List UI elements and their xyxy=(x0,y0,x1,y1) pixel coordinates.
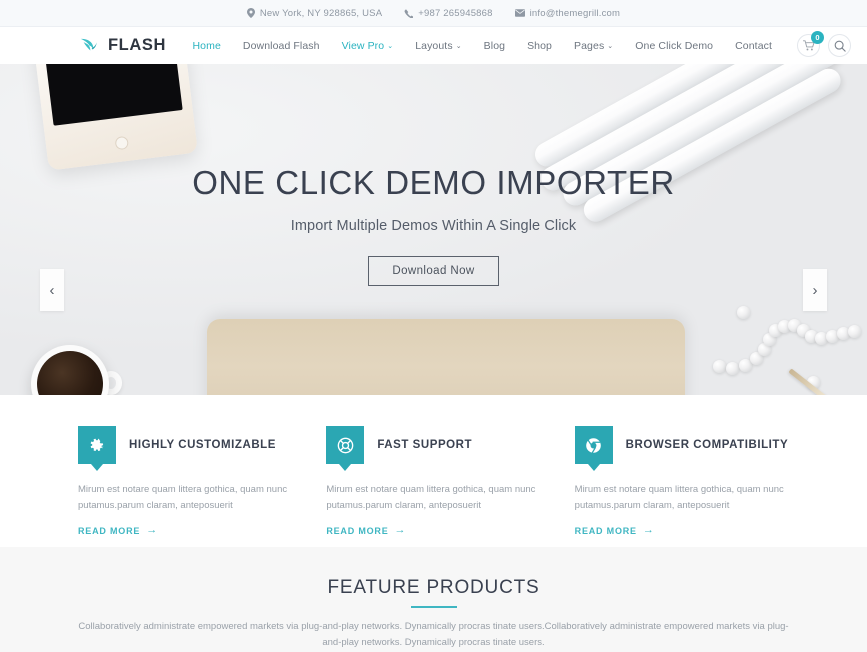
arrow-right-icon: → xyxy=(394,524,407,537)
chevron-down-icon: ⌄ xyxy=(455,43,462,50)
chrome-browser-icon xyxy=(586,437,601,453)
cart-count-badge: 0 xyxy=(811,31,824,44)
gear-icon-badge xyxy=(78,426,116,471)
feature-description: Mirum est notare quam littera gothica, q… xyxy=(326,484,536,511)
feature-header: FAST SUPPORT xyxy=(326,426,540,471)
feature-products-title: FEATURE PRODUCTS xyxy=(328,577,540,608)
nav-item-pages-label: Pages xyxy=(574,39,605,52)
location-pin-icon xyxy=(246,8,255,18)
feature-title: FAST SUPPORT xyxy=(377,439,473,451)
search-icon xyxy=(834,40,846,52)
nav-item-view-pro[interactable]: View Pro ⌄ xyxy=(331,40,405,52)
feature-card-browser-compatibility: BROWSER COMPATIBILITY Mirum est notare q… xyxy=(574,426,789,536)
nav-item-layouts[interactable]: Layouts ⌄ xyxy=(404,40,472,52)
nav-item-blog[interactable]: Blog xyxy=(473,40,516,52)
page-root: New York, NY 928865, USA +987 265945868 … xyxy=(0,0,867,652)
feature-header: BROWSER COMPATIBILITY xyxy=(574,426,789,471)
chevron-right-icon: › xyxy=(812,281,818,299)
chevron-down-icon: ⌄ xyxy=(387,43,394,50)
lifebuoy-icon xyxy=(337,437,354,453)
slider-next-button[interactable]: › xyxy=(803,269,827,311)
feature-description: Mirum est notare quam littera gothica, q… xyxy=(78,484,288,511)
search-button[interactable] xyxy=(828,34,851,57)
nav-item-blog-label: Blog xyxy=(483,39,506,52)
feature-description: Mirum est notare quam littera gothica, q… xyxy=(574,484,784,511)
topbar-phone: +987 265945868 xyxy=(404,8,492,19)
read-more-link[interactable]: READ MORE → xyxy=(78,525,292,536)
top-info-bar: New York, NY 928865, USA +987 265945868 … xyxy=(0,0,867,27)
nav-item-one-click-demo[interactable]: One Click Demo xyxy=(624,40,724,52)
read-more-label: READ MORE xyxy=(574,525,637,536)
lifebuoy-icon-badge xyxy=(326,426,365,471)
hero-slider: ONE CLICK DEMO IMPORTER Import Multiple … xyxy=(0,64,867,395)
feature-title: BROWSER COMPATIBILITY xyxy=(625,439,789,451)
read-more-label: READ MORE xyxy=(326,525,389,536)
nav-item-view-pro-label: View Pro xyxy=(341,39,385,52)
chevron-left-icon: ‹ xyxy=(49,281,55,299)
topbar-address: New York, NY 928865, USA xyxy=(246,7,383,19)
nav-item-home-label: Home xyxy=(192,39,221,52)
topbar-email-text: info@themegrill.com xyxy=(529,7,621,19)
cart-button[interactable]: 0 xyxy=(797,31,824,57)
nav-menu: Home Download Flash View Pro ⌄ Layouts ⌄… xyxy=(181,31,851,57)
feature-card-fast-support: FAST SUPPORT Mirum est notare quam litte… xyxy=(326,426,540,536)
download-now-button[interactable]: Download Now xyxy=(368,256,499,287)
nav-actions: 0 xyxy=(797,31,851,57)
chevron-down-icon: ⌄ xyxy=(607,43,614,50)
nav-item-one-click-demo-label: One Click Demo xyxy=(635,39,714,52)
gear-icon xyxy=(90,438,104,452)
nav-item-download-flash-label: Download Flash xyxy=(242,39,320,52)
nav-item-contact-label: Contact xyxy=(735,39,772,52)
nav-item-shop-label: Shop xyxy=(527,39,553,52)
feature-products-description: Collaboratively administrate empowered m… xyxy=(78,621,789,649)
feature-products-section: FEATURE PRODUCTS Collaboratively adminis… xyxy=(0,547,867,652)
hero-content: ONE CLICK DEMO IMPORTER Import Multiple … xyxy=(0,64,867,395)
main-navbar: FLASH Home Download Flash View Pro ⌄ Lay… xyxy=(0,27,867,64)
topbar-phone-text: +987 265945868 xyxy=(418,7,493,19)
nav-item-home[interactable]: Home xyxy=(181,40,231,52)
nav-item-layouts-label: Layouts xyxy=(415,39,453,52)
slider-prev-button[interactable]: ‹ xyxy=(40,269,64,311)
topbar-address-text: New York, NY 928865, USA xyxy=(259,7,383,19)
read-more-label: READ MORE xyxy=(78,525,141,536)
hero-title: ONE CLICK DEMO IMPORTER xyxy=(192,164,675,201)
arrow-right-icon: → xyxy=(642,524,655,537)
chrome-browser-icon-badge xyxy=(574,426,613,471)
feature-title: HIGHLY CUSTOMIZABLE xyxy=(129,439,276,451)
brand-logo[interactable]: FLASH xyxy=(80,36,166,55)
hero-subtitle: Import Multiple Demos Within A Single Cl… xyxy=(290,218,577,235)
read-more-link[interactable]: READ MORE → xyxy=(575,525,789,536)
topbar-email: info@themegrill.com xyxy=(514,7,621,19)
arrow-right-icon: → xyxy=(146,524,159,537)
envelope-icon xyxy=(514,9,525,17)
nav-item-download-flash[interactable]: Download Flash xyxy=(232,40,331,52)
brand-text: FLASH xyxy=(108,36,166,54)
phone-icon xyxy=(404,8,414,18)
feature-card-highly-customizable: HIGHLY CUSTOMIZABLE Mirum est notare qua… xyxy=(78,426,292,536)
nav-item-pages[interactable]: Pages ⌄ xyxy=(563,40,624,52)
read-more-link[interactable]: READ MORE → xyxy=(326,525,540,536)
nav-item-contact[interactable]: Contact xyxy=(724,40,783,52)
feature-header: HIGHLY CUSTOMIZABLE xyxy=(78,426,292,471)
features-section: HIGHLY CUSTOMIZABLE Mirum est notare qua… xyxy=(0,395,867,547)
flash-bird-icon xyxy=(80,38,97,51)
nav-item-shop[interactable]: Shop xyxy=(516,40,563,52)
